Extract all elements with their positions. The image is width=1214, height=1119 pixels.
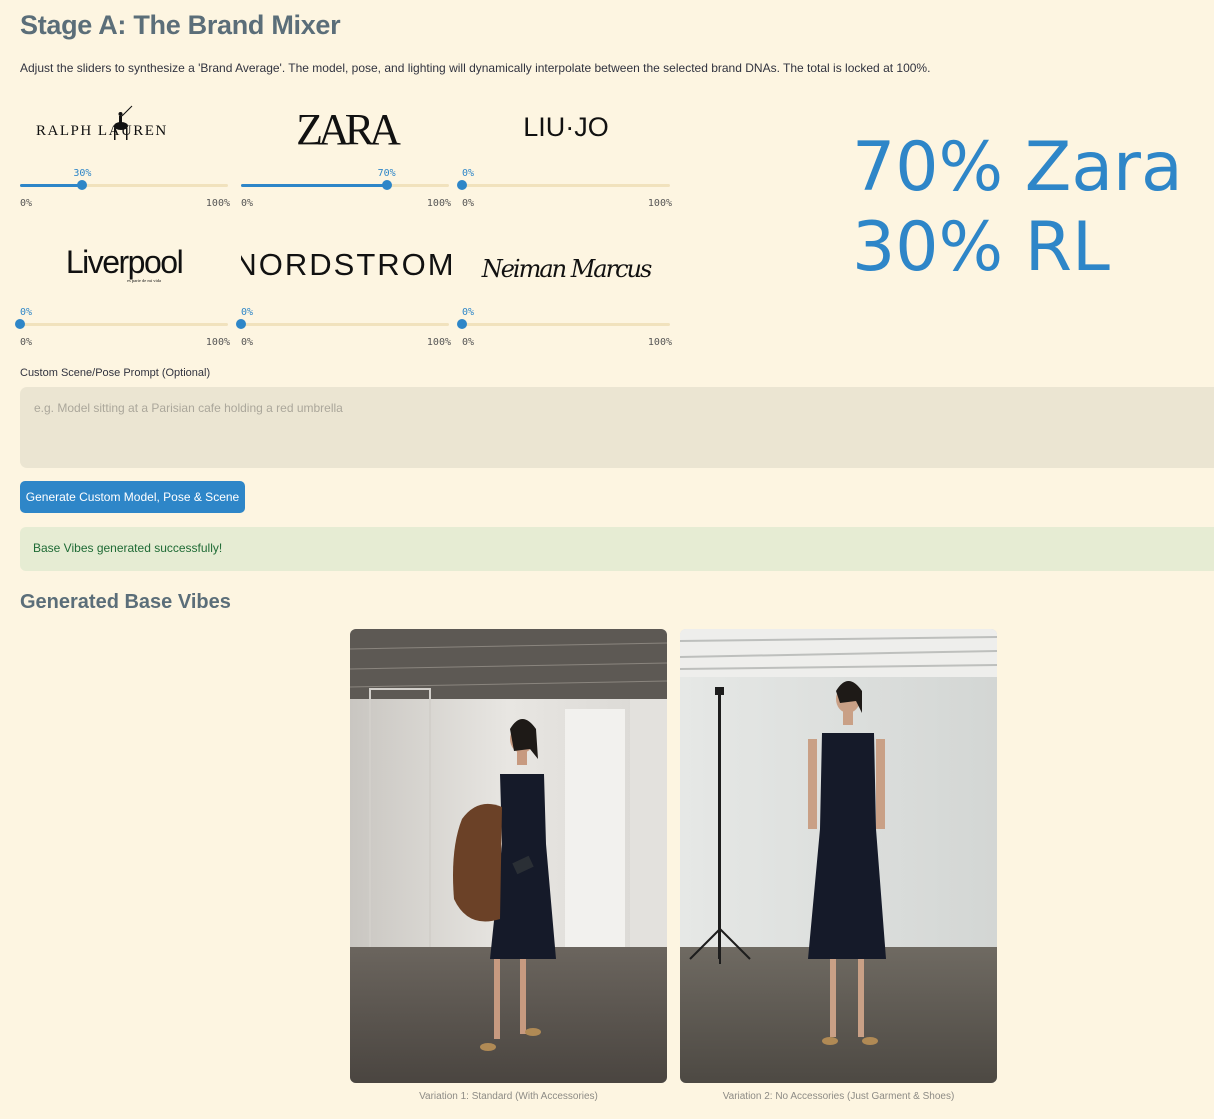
- nordstrom-logo: NORDSTROM: [241, 233, 451, 293]
- page-description: Adjust the sliders to synthesize a 'Bran…: [20, 61, 931, 75]
- liverpool-logo: Liverpool es parte de mi vida: [20, 233, 230, 293]
- slider-max-label: 100%: [205, 337, 230, 348]
- slider-track[interactable]: [20, 180, 228, 190]
- slider-track[interactable]: [236, 319, 449, 329]
- slider-thumb[interactable]: [15, 319, 25, 329]
- liverpool-slider[interactable]: 0% 0% 100%: [15, 307, 230, 355]
- slider-thumb[interactable]: [457, 319, 467, 329]
- slider-value: 70%: [377, 168, 396, 179]
- slider-track[interactable]: [457, 319, 670, 329]
- slider-value: 0%: [240, 307, 254, 318]
- slider-min-label: 0%: [20, 198, 33, 209]
- slider-max-label: 100%: [205, 198, 230, 209]
- slider-thumb[interactable]: [236, 319, 246, 329]
- slider-value: 30%: [73, 168, 92, 179]
- variation-2-image: [680, 629, 997, 1083]
- slider-min-label: 0%: [241, 337, 254, 348]
- slider-track[interactable]: [457, 180, 670, 190]
- variation-1-caption: Variation 1: Standard (With Accessories): [419, 1091, 598, 1102]
- slider-max-label: 100%: [647, 198, 672, 209]
- prompt-textarea[interactable]: [20, 387, 1214, 468]
- slider-thumb[interactable]: [77, 180, 88, 190]
- zara-slider[interactable]: 70% 0% 100%: [241, 168, 451, 216]
- slider-max-label: 100%: [426, 337, 451, 348]
- mix-summary: 70% Zara 30% RL: [852, 128, 1183, 288]
- neiman-marcus-logo: Neiman Marcus: [462, 233, 672, 293]
- results-title: Generated Base Vibes: [20, 591, 231, 613]
- slider-min-label: 0%: [462, 337, 475, 348]
- svg-text:NORDSTROM: NORDSTROM: [241, 247, 451, 282]
- nordstrom-slider[interactable]: 0% 0% 100%: [236, 307, 451, 355]
- svg-text:ZARA: ZARA: [296, 105, 401, 154]
- slider-thumb[interactable]: [381, 180, 392, 190]
- slider-track[interactable]: [15, 319, 228, 329]
- variation-2-caption: Variation 2: No Accessories (Just Garmen…: [722, 1091, 955, 1102]
- slider-value: 0%: [461, 168, 475, 179]
- slider-min-label: 0%: [20, 337, 33, 348]
- slider-min-label: 0%: [241, 198, 254, 209]
- slider-fill: [241, 184, 387, 187]
- success-alert: Base Vibes generated successfully!: [20, 527, 1214, 571]
- liu-jo-slider[interactable]: 0% 0% 100%: [457, 168, 672, 216]
- mix-line-primary: 70% Zara: [852, 128, 1183, 207]
- svg-text:Liverpool: Liverpool: [66, 244, 182, 280]
- prompt-label: Custom Scene/Pose Prompt (Optional): [20, 367, 211, 379]
- ralph-lauren-logo: RALPH LAUREN: [20, 96, 230, 156]
- zara-logo: ZARA: [241, 96, 451, 156]
- svg-text:LIU·JO: LIU·JO: [523, 112, 609, 142]
- slider-max-label: 100%: [426, 198, 451, 209]
- svg-text:Neiman Marcus: Neiman Marcus: [481, 255, 652, 283]
- page-title: Stage A: The Brand Mixer: [20, 10, 341, 40]
- generate-button[interactable]: Generate Custom Model, Pose & Scene: [20, 481, 245, 513]
- svg-text:RALPH LAUREN: RALPH LAUREN: [36, 123, 168, 139]
- neiman-marcus-slider[interactable]: 0% 0% 100%: [457, 307, 672, 355]
- ralph-lauren-slider[interactable]: 30% 0% 100%: [20, 168, 230, 216]
- slider-value: 0%: [461, 307, 475, 318]
- slider-min-label: 0%: [462, 198, 475, 209]
- slider-thumb[interactable]: [457, 180, 467, 190]
- svg-text:es parte de mi vida: es parte de mi vida: [127, 278, 161, 283]
- slider-fill: [20, 184, 83, 187]
- slider-track[interactable]: [241, 180, 449, 190]
- variation-1-image: [350, 629, 667, 1083]
- mix-line-secondary: 30% RL: [852, 208, 1110, 287]
- slider-max-label: 100%: [647, 337, 672, 348]
- slider-value: 0%: [19, 307, 33, 318]
- liu-jo-logo: LIU·JO: [462, 96, 672, 156]
